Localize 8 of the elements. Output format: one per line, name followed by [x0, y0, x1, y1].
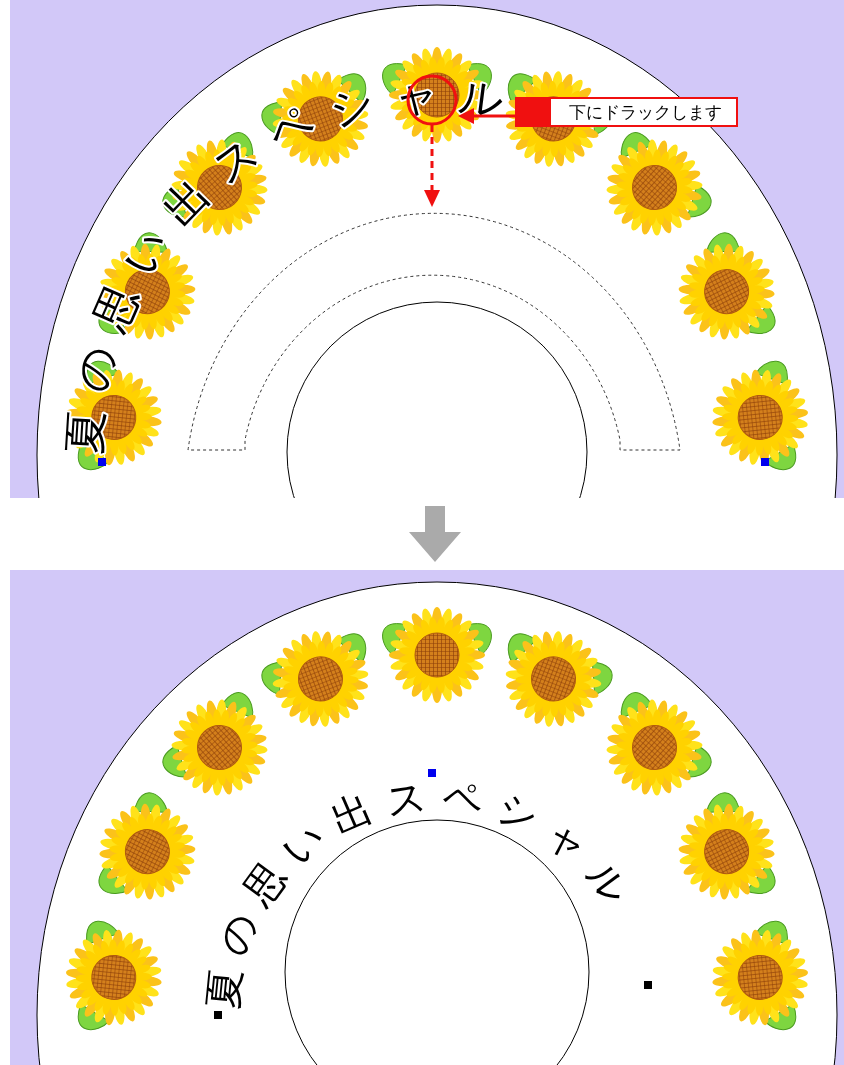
- selection-handle[interactable]: [761, 458, 769, 466]
- down-arrow-icon: [409, 506, 461, 562]
- selection-handle[interactable]: [644, 981, 652, 989]
- selection-handle[interactable]: [428, 769, 436, 777]
- selection-handle[interactable]: [214, 1011, 222, 1019]
- curved-title[interactable]: 夏の思い出スペシャル: [199, 772, 639, 1011]
- callout-label: 下にドラックします: [515, 97, 738, 127]
- selection-handle[interactable]: [98, 458, 106, 466]
